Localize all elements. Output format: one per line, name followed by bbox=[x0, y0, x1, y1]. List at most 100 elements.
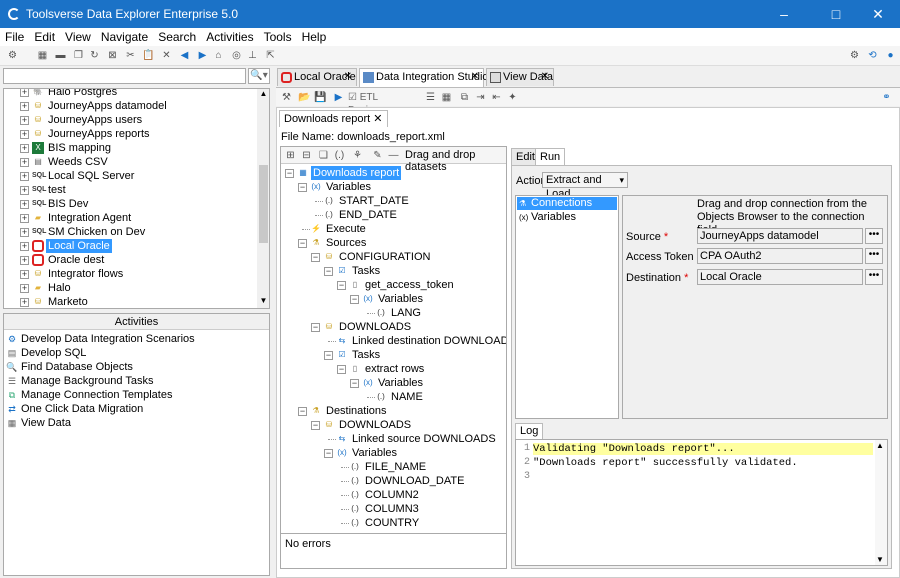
flow-tree-item[interactable]: − ⛁ DOWNLOADS bbox=[281, 320, 501, 334]
flow-tree-item[interactable]: (.) DOWNLOAD_DATE bbox=[281, 474, 501, 488]
remove-icon[interactable]: ▬ bbox=[54, 49, 67, 62]
tree-scrollbar[interactable]: ▲ ▼ bbox=[257, 89, 269, 308]
tree-item[interactable]: + SQL SM Chicken on Dev bbox=[4, 225, 256, 239]
copy-icon[interactable]: ❐ bbox=[72, 49, 85, 62]
tree-item[interactable]: + ⛁ JourneyApps users bbox=[4, 113, 256, 127]
expand-icon[interactable]: + bbox=[20, 228, 29, 237]
expand-icon[interactable]: + bbox=[20, 270, 29, 279]
flow-tree-item[interactable]: − (x) Variables bbox=[281, 376, 501, 390]
tree-item[interactable]: + ⛁ JourneyApps reports bbox=[4, 127, 256, 141]
scroll-up-icon[interactable]: ▲ bbox=[876, 441, 884, 450]
collapse-icon[interactable]: − bbox=[324, 449, 333, 458]
expand-icon[interactable]: + bbox=[20, 284, 29, 293]
flow-tree-item[interactable]: − ☑ Tasks bbox=[281, 264, 501, 278]
search-input[interactable] bbox=[3, 68, 246, 84]
user-icon[interactable]: ● bbox=[884, 49, 897, 62]
expand-icon[interactable]: + bbox=[20, 116, 29, 125]
flow-tree-item[interactable]: − ⛁ DOWNLOADS bbox=[281, 418, 501, 432]
menu-search[interactable]: Search bbox=[153, 28, 201, 46]
expand-icon[interactable]: + bbox=[20, 130, 29, 139]
collapse-icon[interactable]: − bbox=[298, 183, 307, 192]
wand-icon[interactable]: ✦ bbox=[506, 91, 519, 104]
flow-tree-item[interactable]: ⇆ Linked destination DOWNLOADS bbox=[281, 334, 506, 348]
add-dest-icon[interactable]: ⊟ bbox=[300, 149, 313, 162]
list-item-connections[interactable]: ⚗ Connections bbox=[517, 197, 617, 210]
add-source-icon[interactable]: ⊞ bbox=[284, 149, 297, 162]
expand-icon[interactable]: + bbox=[20, 186, 29, 195]
tab-view-data[interactable]: View Data ✕ bbox=[486, 68, 554, 86]
expand-icon[interactable]: + bbox=[20, 172, 29, 181]
list-item-variables[interactable]: (x) Variables bbox=[517, 211, 617, 224]
flow-tree-item[interactable]: − (x) Variables bbox=[281, 180, 501, 194]
paste-icon[interactable]: 📋 bbox=[142, 49, 155, 62]
flow-tree-item[interactable]: − ⚗ Destinations bbox=[281, 404, 501, 418]
delete-icon[interactable]: ✕ bbox=[160, 49, 173, 62]
grid-icon[interactable]: ▦ bbox=[36, 49, 49, 62]
etl-designer-button[interactable]: ☑ ETL Designer bbox=[348, 91, 418, 116]
collapse-icon[interactable]: − bbox=[324, 351, 333, 360]
collapse-icon[interactable]: − bbox=[350, 295, 359, 304]
action-select[interactable]: Extract and Load ▾ bbox=[542, 172, 628, 200]
source-browse-button[interactable]: ••• bbox=[865, 228, 883, 244]
tree-item[interactable]: + SQL BIS Dev bbox=[4, 197, 256, 211]
flow-tree-item[interactable]: − (x) Variables bbox=[281, 292, 501, 306]
tree-item[interactable]: + ⛁ Marketo bbox=[4, 295, 256, 308]
flow-tree-item[interactable]: − ⛁ CONFIGURATION bbox=[281, 250, 501, 264]
scroll-up-icon[interactable]: ▲ bbox=[258, 89, 269, 100]
menu-activities[interactable]: Activities bbox=[201, 28, 258, 46]
tab-downloads-report[interactable]: Downloads report ✕ bbox=[279, 110, 388, 127]
tab-run[interactable]: Run bbox=[535, 148, 566, 165]
cut-icon[interactable]: ✂ bbox=[124, 49, 137, 62]
tree-item[interactable]: + ▤ Weeds CSV bbox=[4, 155, 256, 169]
tree-item[interactable]: + SQL Local SQL Server bbox=[4, 169, 256, 183]
expand-icon[interactable]: + bbox=[20, 200, 29, 209]
close-icon[interactable]: ⊠ bbox=[106, 49, 119, 62]
save-icon[interactable]: 💾 bbox=[314, 91, 327, 104]
flow-tree-item[interactable]: (.) COUNTRY bbox=[281, 516, 501, 530]
variable-icon[interactable]: (.) bbox=[333, 149, 346, 162]
collapse-icon[interactable]: − bbox=[324, 267, 333, 276]
access-token-field[interactable]: CPA OAuth2 bbox=[697, 248, 863, 264]
collapse-icon[interactable]: − bbox=[311, 253, 320, 262]
edit-icon[interactable]: ✎ bbox=[371, 149, 384, 162]
flow-tree-item[interactable]: (.) FILE_NAME bbox=[281, 460, 501, 474]
flow-tree-item[interactable]: − ⚗ Sources bbox=[281, 236, 501, 250]
maximize-button[interactable]: □ bbox=[813, 0, 859, 28]
menu-view[interactable]: View bbox=[60, 28, 96, 46]
access-token-browse-button[interactable]: ••• bbox=[865, 248, 883, 264]
minimize-button[interactable]: – bbox=[761, 0, 807, 28]
back-icon[interactable]: ◀ bbox=[178, 49, 191, 62]
expand-icon[interactable]: + bbox=[20, 89, 29, 97]
flow-tree-item[interactable]: (.) COLUMN2 bbox=[281, 488, 501, 502]
menu-navigate[interactable]: Navigate bbox=[96, 28, 153, 46]
expand-icon[interactable]: + bbox=[20, 214, 29, 223]
run-icon[interactable]: ▶ bbox=[332, 91, 345, 104]
tree-item[interactable]: + ⛁ JourneyApps datamodel bbox=[4, 99, 256, 113]
scroll-down-icon[interactable]: ▼ bbox=[876, 555, 884, 564]
close-tab-icon[interactable]: ✕ bbox=[471, 69, 479, 85]
expand-icon[interactable]: + bbox=[20, 242, 29, 251]
flow-tree-item[interactable]: ⚡ Execute bbox=[281, 222, 501, 236]
scroll-thumb[interactable] bbox=[259, 165, 268, 243]
import-icon[interactable]: ⇥ bbox=[474, 91, 487, 104]
source-field[interactable]: JourneyApps datamodel bbox=[697, 228, 863, 244]
tree-item[interactable]: + SQL test bbox=[4, 183, 256, 197]
search-icon[interactable]: 🔍▾ bbox=[248, 68, 270, 84]
destination-browse-button[interactable]: ••• bbox=[865, 269, 883, 285]
collapse-icon[interactable]: − bbox=[285, 169, 294, 178]
link-icon[interactable]: ⚭ bbox=[880, 91, 893, 104]
export-icon[interactable]: ⇤ bbox=[490, 91, 503, 104]
menu-edit[interactable]: Edit bbox=[29, 28, 60, 46]
flow-tree-item[interactable]: (.)CNT bbox=[281, 530, 501, 532]
collapse-icon[interactable]: − bbox=[311, 421, 320, 430]
tree-item[interactable]: + 🐘 Halo Postgres bbox=[4, 89, 256, 99]
flow-tree-item[interactable]: − ▦ Downloads report bbox=[281, 166, 501, 180]
sync-icon[interactable]: ⟲ bbox=[866, 49, 879, 62]
expand-icon[interactable]: + bbox=[20, 102, 29, 111]
flow-tree-item[interactable]: − ▯ get_access_token bbox=[281, 278, 501, 292]
menu-help[interactable]: Help bbox=[297, 28, 332, 46]
close-button[interactable]: ✕ bbox=[855, 0, 900, 28]
collapse-icon[interactable]: − bbox=[311, 323, 320, 332]
flow-tree-item[interactable]: (.) LANG bbox=[281, 306, 501, 320]
menu-tools[interactable]: Tools bbox=[259, 28, 297, 46]
